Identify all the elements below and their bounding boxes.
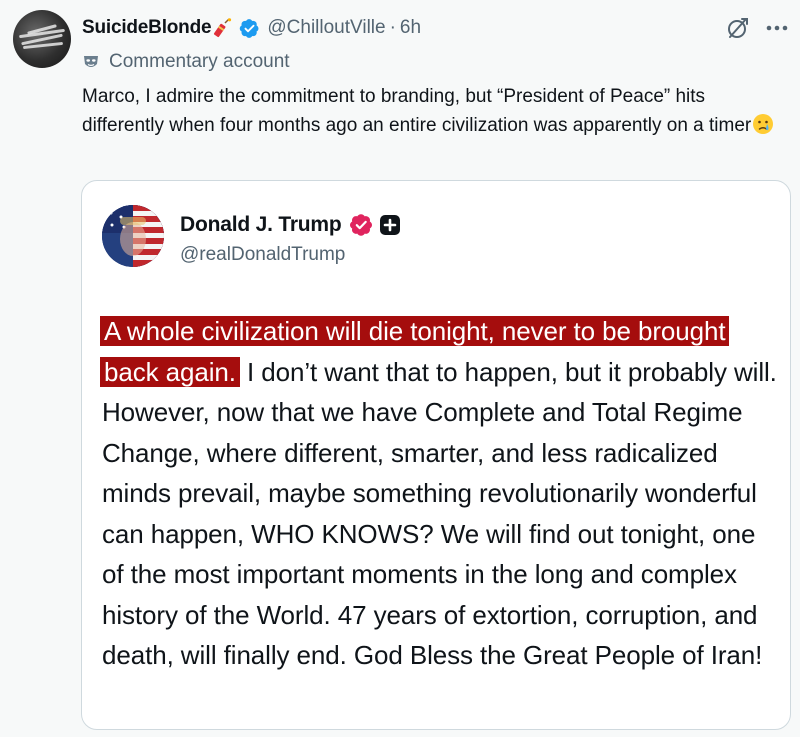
quoted-body-text: I don’t want that to happen, but it prob… — [102, 356, 777, 671]
quoted-display-name[interactable]: Donald J. Trump — [180, 213, 342, 237]
reply-author-avatar[interactable] — [13, 10, 71, 68]
verified-badge-icon[interactable] — [239, 18, 260, 39]
mask-icon — [84, 56, 98, 67]
separator-dot: · — [389, 17, 396, 38]
reply-text: Marco, I admire the commitment to brandi… — [82, 82, 792, 140]
crying-face-emoji-icon — [753, 114, 774, 134]
grok-icon[interactable] — [726, 16, 750, 40]
reply-text-content: Marco, I admire the commitment to brandi… — [82, 86, 752, 136]
quoted-handle[interactable]: @realDonaldTrump — [180, 244, 345, 266]
pink-verified-badge-icon[interactable] — [349, 213, 373, 237]
quoted-text: A whole civilization will die tonight, n… — [100, 311, 782, 676]
commentary-label-text: Commentary account — [109, 51, 290, 72]
reply-handle[interactable]: @ChilloutVille — [267, 17, 385, 39]
more-dots-icon[interactable] — [764, 17, 790, 39]
quoted-tweet-card[interactable]: Donald J. Trump @realDonaldTrump A whole… — [81, 180, 791, 730]
plus-badge-icon — [379, 215, 400, 235]
quoted-author-name-row: Donald J. Trump — [180, 211, 401, 239]
reply-display-name[interactable]: SuicideBlonde — [82, 17, 212, 39]
reply-header: SuicideBlonde @ChilloutVille · 6h — [82, 14, 800, 42]
reply-tweet[interactable]: SuicideBlonde @ChilloutVille · 6h Commen… — [0, 0, 800, 737]
reply-timestamp[interactable]: 6h — [400, 17, 421, 39]
quoted-author-avatar[interactable] — [102, 205, 164, 267]
firecracker-emoji-icon — [214, 18, 232, 38]
commentary-label: Commentary account — [82, 49, 290, 75]
